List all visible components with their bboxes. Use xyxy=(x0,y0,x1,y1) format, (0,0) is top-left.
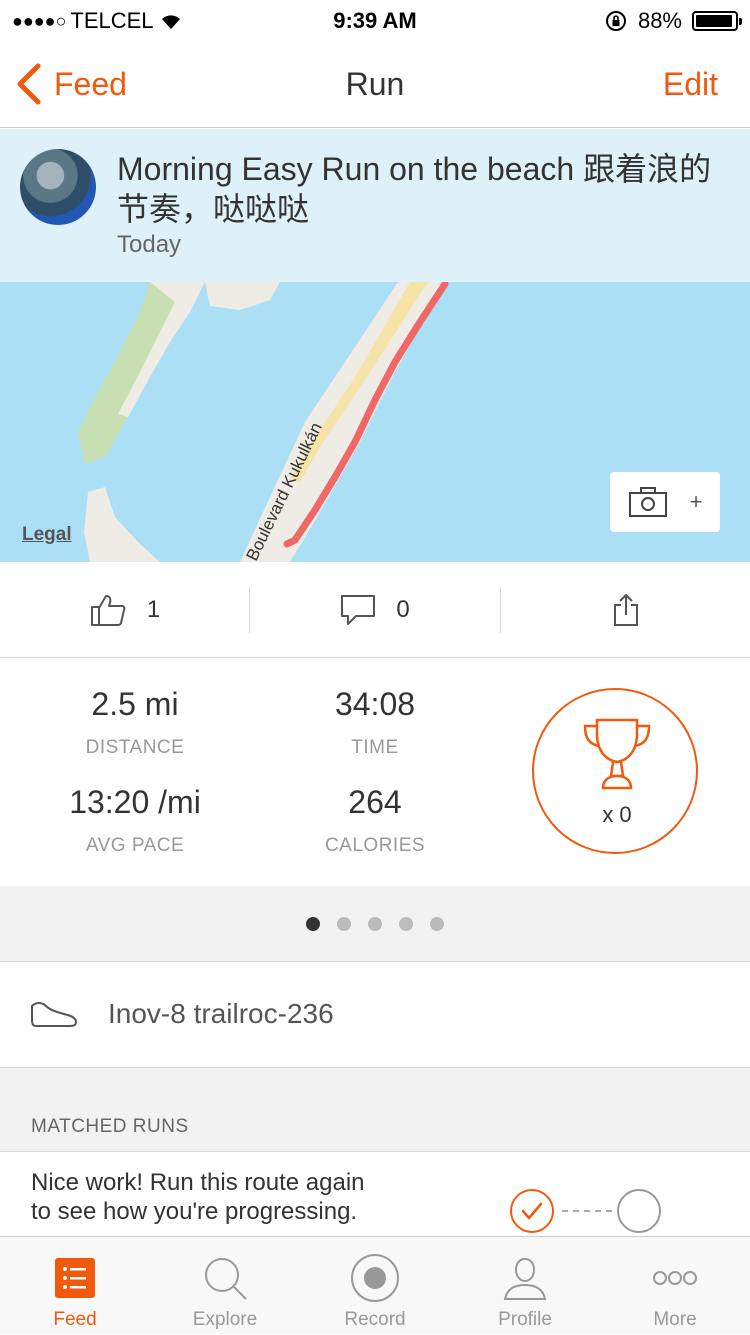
battery-percent: 88% xyxy=(637,8,682,33)
page-indicator[interactable] xyxy=(0,886,750,962)
trophy-icon xyxy=(583,718,651,790)
share-icon xyxy=(613,594,638,626)
stat-pace: 13:20 /mi AVG PACE xyxy=(15,784,255,857)
page-dot[interactable] xyxy=(368,916,382,931)
gear-name: Inov-8 trailroc-236 xyxy=(108,998,334,1029)
legal-link[interactable]: Legal xyxy=(22,524,72,546)
page-dot[interactable] xyxy=(337,916,351,931)
tab-profile[interactable]: Profile xyxy=(450,1237,600,1335)
route-map[interactable]: Boulevard Kukulkán Legal + xyxy=(0,282,750,562)
pace-value: 13:20 /mi xyxy=(69,784,201,820)
matched-runs-message: Nice work! Run this route again to see h… xyxy=(31,1169,365,1225)
activity-header: Morning Easy Run on the beach 跟着浪的节奏，哒哒哒… xyxy=(0,129,750,282)
time-value: 34:08 xyxy=(334,686,416,722)
avatar[interactable] xyxy=(20,149,96,225)
page-dot[interactable] xyxy=(306,916,320,931)
search-icon xyxy=(200,1253,250,1303)
tab-record[interactable]: Record xyxy=(300,1237,450,1335)
page-dot[interactable] xyxy=(399,916,413,931)
activity-title: Morning Easy Run on the beach 跟着浪的节奏，哒哒哒 xyxy=(117,151,712,227)
kudos-button[interactable]: 1 xyxy=(0,562,249,658)
edit-button[interactable]: Edit xyxy=(663,66,718,103)
distance-value: 2.5 mi xyxy=(91,686,179,722)
calories-value: 264 xyxy=(348,784,402,820)
empty-circle-icon xyxy=(617,1189,661,1233)
share-button[interactable] xyxy=(501,562,750,658)
matched-runs-label: MATCHED RUNS xyxy=(31,1116,189,1137)
activity-date: Today xyxy=(117,231,182,258)
tab-label: Feed xyxy=(53,1309,97,1330)
stat-distance: 2.5 mi DISTANCE xyxy=(15,686,255,759)
calories-label: CALORIES xyxy=(324,835,426,856)
more-icon xyxy=(650,1253,700,1303)
comment-count: 0 xyxy=(396,596,410,623)
trophy-count: x 0 xyxy=(602,802,632,827)
tab-more[interactable]: More xyxy=(600,1237,750,1335)
status-right: 88% xyxy=(604,8,742,34)
comment-button[interactable]: 0 xyxy=(250,562,500,658)
tab-label: More xyxy=(653,1309,697,1330)
rotation-lock-icon xyxy=(605,11,626,31)
gear-row[interactable]: Inov-8 trailroc-236 xyxy=(0,962,750,1068)
battery-icon xyxy=(692,11,742,31)
tab-label: Explore xyxy=(192,1309,258,1330)
time-label: TIME xyxy=(351,737,399,758)
profile-icon xyxy=(500,1253,550,1303)
tab-label: Record xyxy=(344,1309,406,1330)
tab-feed[interactable]: Feed xyxy=(0,1237,150,1335)
social-actions: 1 0 xyxy=(0,562,750,658)
activity-stats: 2.5 mi DISTANCE 34:08 TIME 13:20 /mi AVG… xyxy=(0,658,750,886)
tab-label: Profile xyxy=(498,1309,552,1330)
progress-dash xyxy=(562,1210,612,1212)
tab-explore[interactable]: Explore xyxy=(150,1237,300,1335)
record-icon xyxy=(350,1253,400,1303)
page-dot[interactable] xyxy=(430,916,444,931)
camera-icon xyxy=(628,487,667,517)
comment-icon xyxy=(341,595,376,625)
achievements-button[interactable]: x 0 xyxy=(532,688,698,854)
matched-runs-header: MATCHED RUNS xyxy=(0,1068,750,1152)
kudos-count: 1 xyxy=(146,596,161,623)
matched-runs-card[interactable]: Nice work! Run this route again to see h… xyxy=(0,1152,750,1236)
add-photo-button[interactable]: + xyxy=(610,472,720,532)
thumbs-up-icon xyxy=(90,595,126,626)
shoe-icon xyxy=(31,1002,77,1027)
navigation-bar: Feed Run Edit xyxy=(0,40,750,128)
list-icon xyxy=(50,1253,100,1303)
check-circle-icon xyxy=(510,1189,554,1233)
page-title: Run xyxy=(345,66,405,102)
tab-bar: Feed Explore Record Profile More xyxy=(0,1236,750,1334)
pace-label: AVG PACE xyxy=(85,835,185,856)
stat-calories: 264 CALORIES xyxy=(255,784,495,857)
distance-label: DISTANCE xyxy=(85,737,185,758)
stat-time: 34:08 TIME xyxy=(255,686,495,759)
status-bar: ●●●●○ TELCEL 9:39 AM 88% xyxy=(0,0,750,40)
add-photo-plus: + xyxy=(689,489,703,514)
